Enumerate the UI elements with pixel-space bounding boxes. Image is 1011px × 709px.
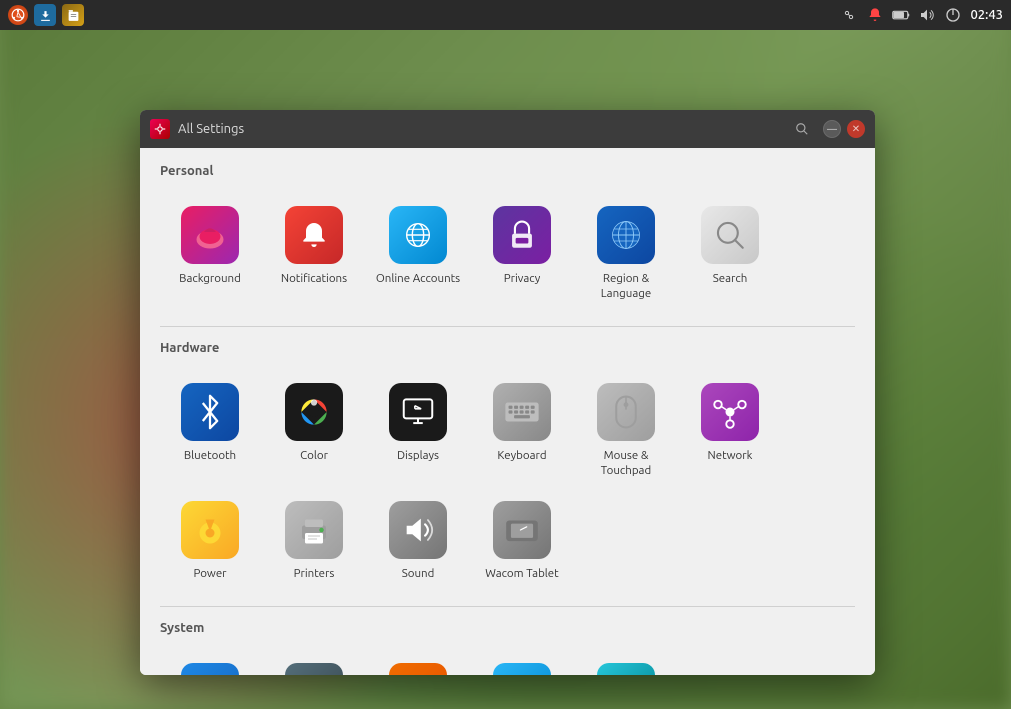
settings-window: All Settings — ✕ Personal: [140, 110, 875, 675]
search-icon-wrapper: [701, 206, 759, 264]
bluetooth-icon: [181, 383, 239, 441]
window-title: All Settings: [178, 122, 244, 136]
personal-section-title: Personal: [160, 164, 855, 182]
titlebar-search-button[interactable]: [791, 118, 813, 140]
mouse-touchpad-item[interactable]: Mouse & Touchpad: [576, 373, 676, 487]
displays-icon: [389, 383, 447, 441]
titlebar-left: All Settings: [150, 119, 244, 139]
color-item[interactable]: Color: [264, 373, 364, 487]
date-time-icon: [181, 663, 239, 675]
personal-hardware-divider: [160, 326, 855, 327]
online-accounts-label: Online Accounts: [376, 272, 460, 287]
notification-bell-icon[interactable]: [866, 6, 884, 24]
sound-icon: [389, 501, 447, 559]
mouse-touchpad-icon: [597, 383, 655, 441]
displays-label: Displays: [397, 449, 439, 464]
printers-item[interactable]: Printers: [264, 491, 364, 590]
wacom-tablet-item[interactable]: Wacom Tablet: [472, 491, 572, 590]
mouse-touchpad-label: Mouse & Touchpad: [582, 449, 670, 479]
minimize-button[interactable]: —: [823, 120, 841, 138]
app-icon: [150, 119, 170, 139]
window-content: Personal Background: [140, 148, 875, 675]
close-button[interactable]: ✕: [847, 120, 865, 138]
titlebar-controls: — ✕: [791, 118, 865, 140]
sound-label: Sound: [402, 567, 435, 582]
background-icon: [181, 206, 239, 264]
power-label: Power: [193, 567, 226, 582]
users-icon: [597, 663, 655, 675]
clock: 02:43: [970, 8, 1003, 22]
notifications-label: Notifications: [281, 272, 347, 287]
wacom-tablet-icon: [493, 501, 551, 559]
privacy-item[interactable]: Privacy: [472, 196, 572, 310]
power-menu-icon[interactable]: [944, 6, 962, 24]
wacom-tablet-label: Wacom Tablet: [485, 567, 558, 582]
details-icon: [285, 663, 343, 675]
taskbar: 02:43: [0, 0, 1011, 30]
keyboard-icon: [493, 383, 551, 441]
bluetooth-label: Bluetooth: [184, 449, 236, 464]
online-accounts-icon: [389, 206, 447, 264]
download-icon[interactable]: [34, 4, 56, 26]
sharing-icon: [389, 663, 447, 675]
ubuntu-icon[interactable]: [8, 5, 28, 25]
notifications-icon: [285, 206, 343, 264]
system-section-title: System: [160, 621, 855, 639]
sound-item[interactable]: Sound: [368, 491, 468, 590]
titlebar: All Settings — ✕: [140, 110, 875, 148]
hardware-section-title: Hardware: [160, 341, 855, 359]
volume-icon[interactable]: [918, 6, 936, 24]
files-icon[interactable]: [62, 4, 84, 26]
printers-label: Printers: [294, 567, 335, 582]
notifications-item[interactable]: Notifications: [264, 196, 364, 310]
users-item[interactable]: Users: [576, 653, 676, 675]
hardware-system-divider: [160, 606, 855, 607]
power-icon: [181, 501, 239, 559]
network-label: Network: [708, 449, 753, 464]
date-time-item[interactable]: Date & Time: [160, 653, 260, 675]
bluetooth-item[interactable]: Bluetooth: [160, 373, 260, 487]
keyboard-item[interactable]: Keyboard: [472, 373, 572, 487]
network-item[interactable]: Network: [680, 373, 780, 487]
printers-icon: [285, 501, 343, 559]
taskbar-left: [8, 4, 84, 26]
background-item[interactable]: Background: [160, 196, 260, 310]
privacy-label: Privacy: [504, 272, 541, 287]
color-label: Color: [300, 449, 328, 464]
region-language-item[interactable]: Region & Language: [576, 196, 676, 310]
search-item[interactable]: Search: [680, 196, 780, 310]
hardware-grid: Bluetooth Color: [160, 373, 855, 590]
displays-item[interactable]: Displays: [368, 373, 468, 487]
universal-access-item[interactable]: Universal Access: [472, 653, 572, 675]
search-label: Search: [713, 272, 748, 287]
background-label: Background: [179, 272, 241, 287]
system-grid: Date & Time Details: [160, 653, 855, 675]
region-language-label: Region & Language: [582, 272, 670, 302]
sharing-item[interactable]: Sharing: [368, 653, 468, 675]
online-accounts-item[interactable]: Online Accounts: [368, 196, 468, 310]
privacy-icon: [493, 206, 551, 264]
taskbar-right: 02:43: [840, 6, 1003, 24]
details-item[interactable]: Details: [264, 653, 364, 675]
connections-icon[interactable]: [840, 6, 858, 24]
battery-icon[interactable]: [892, 6, 910, 24]
network-icon: [701, 383, 759, 441]
keyboard-label: Keyboard: [497, 449, 546, 464]
color-icon: [285, 383, 343, 441]
personal-grid: Background Notifications: [160, 196, 855, 310]
universal-access-icon: [493, 663, 551, 675]
region-language-icon: [597, 206, 655, 264]
power-item[interactable]: Power: [160, 491, 260, 590]
